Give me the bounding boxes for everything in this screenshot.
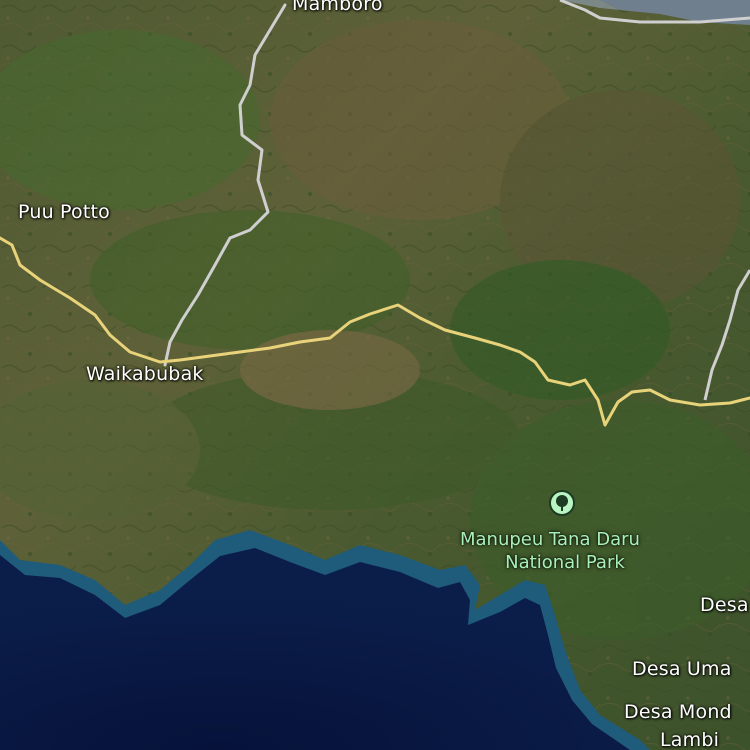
place-label-waikabubak[interactable]: Waikabubak xyxy=(86,365,204,384)
place-label-mamboro[interactable]: Mamboro xyxy=(292,0,383,14)
park-label[interactable]: Manupeu Tana Daru National Park xyxy=(460,528,640,575)
place-label-desa[interactable]: Desa xyxy=(700,596,749,615)
place-label-puu-potto[interactable]: Puu Potto xyxy=(18,203,110,222)
place-label-desa-mond[interactable]: Desa Mond xyxy=(624,703,732,722)
tree-icon[interactable] xyxy=(549,490,575,516)
place-label-desa-uma[interactable]: Desa Uma xyxy=(632,660,732,679)
park-name-line-2: National Park xyxy=(505,552,625,574)
satellite-map[interactable]: Mamboro Puu Potto Waikabubak Desa Desa U… xyxy=(0,0,750,750)
park-name-line-1: Manupeu Tana Daru xyxy=(460,529,640,550)
place-label-lambi[interactable]: Lambi xyxy=(660,731,719,750)
